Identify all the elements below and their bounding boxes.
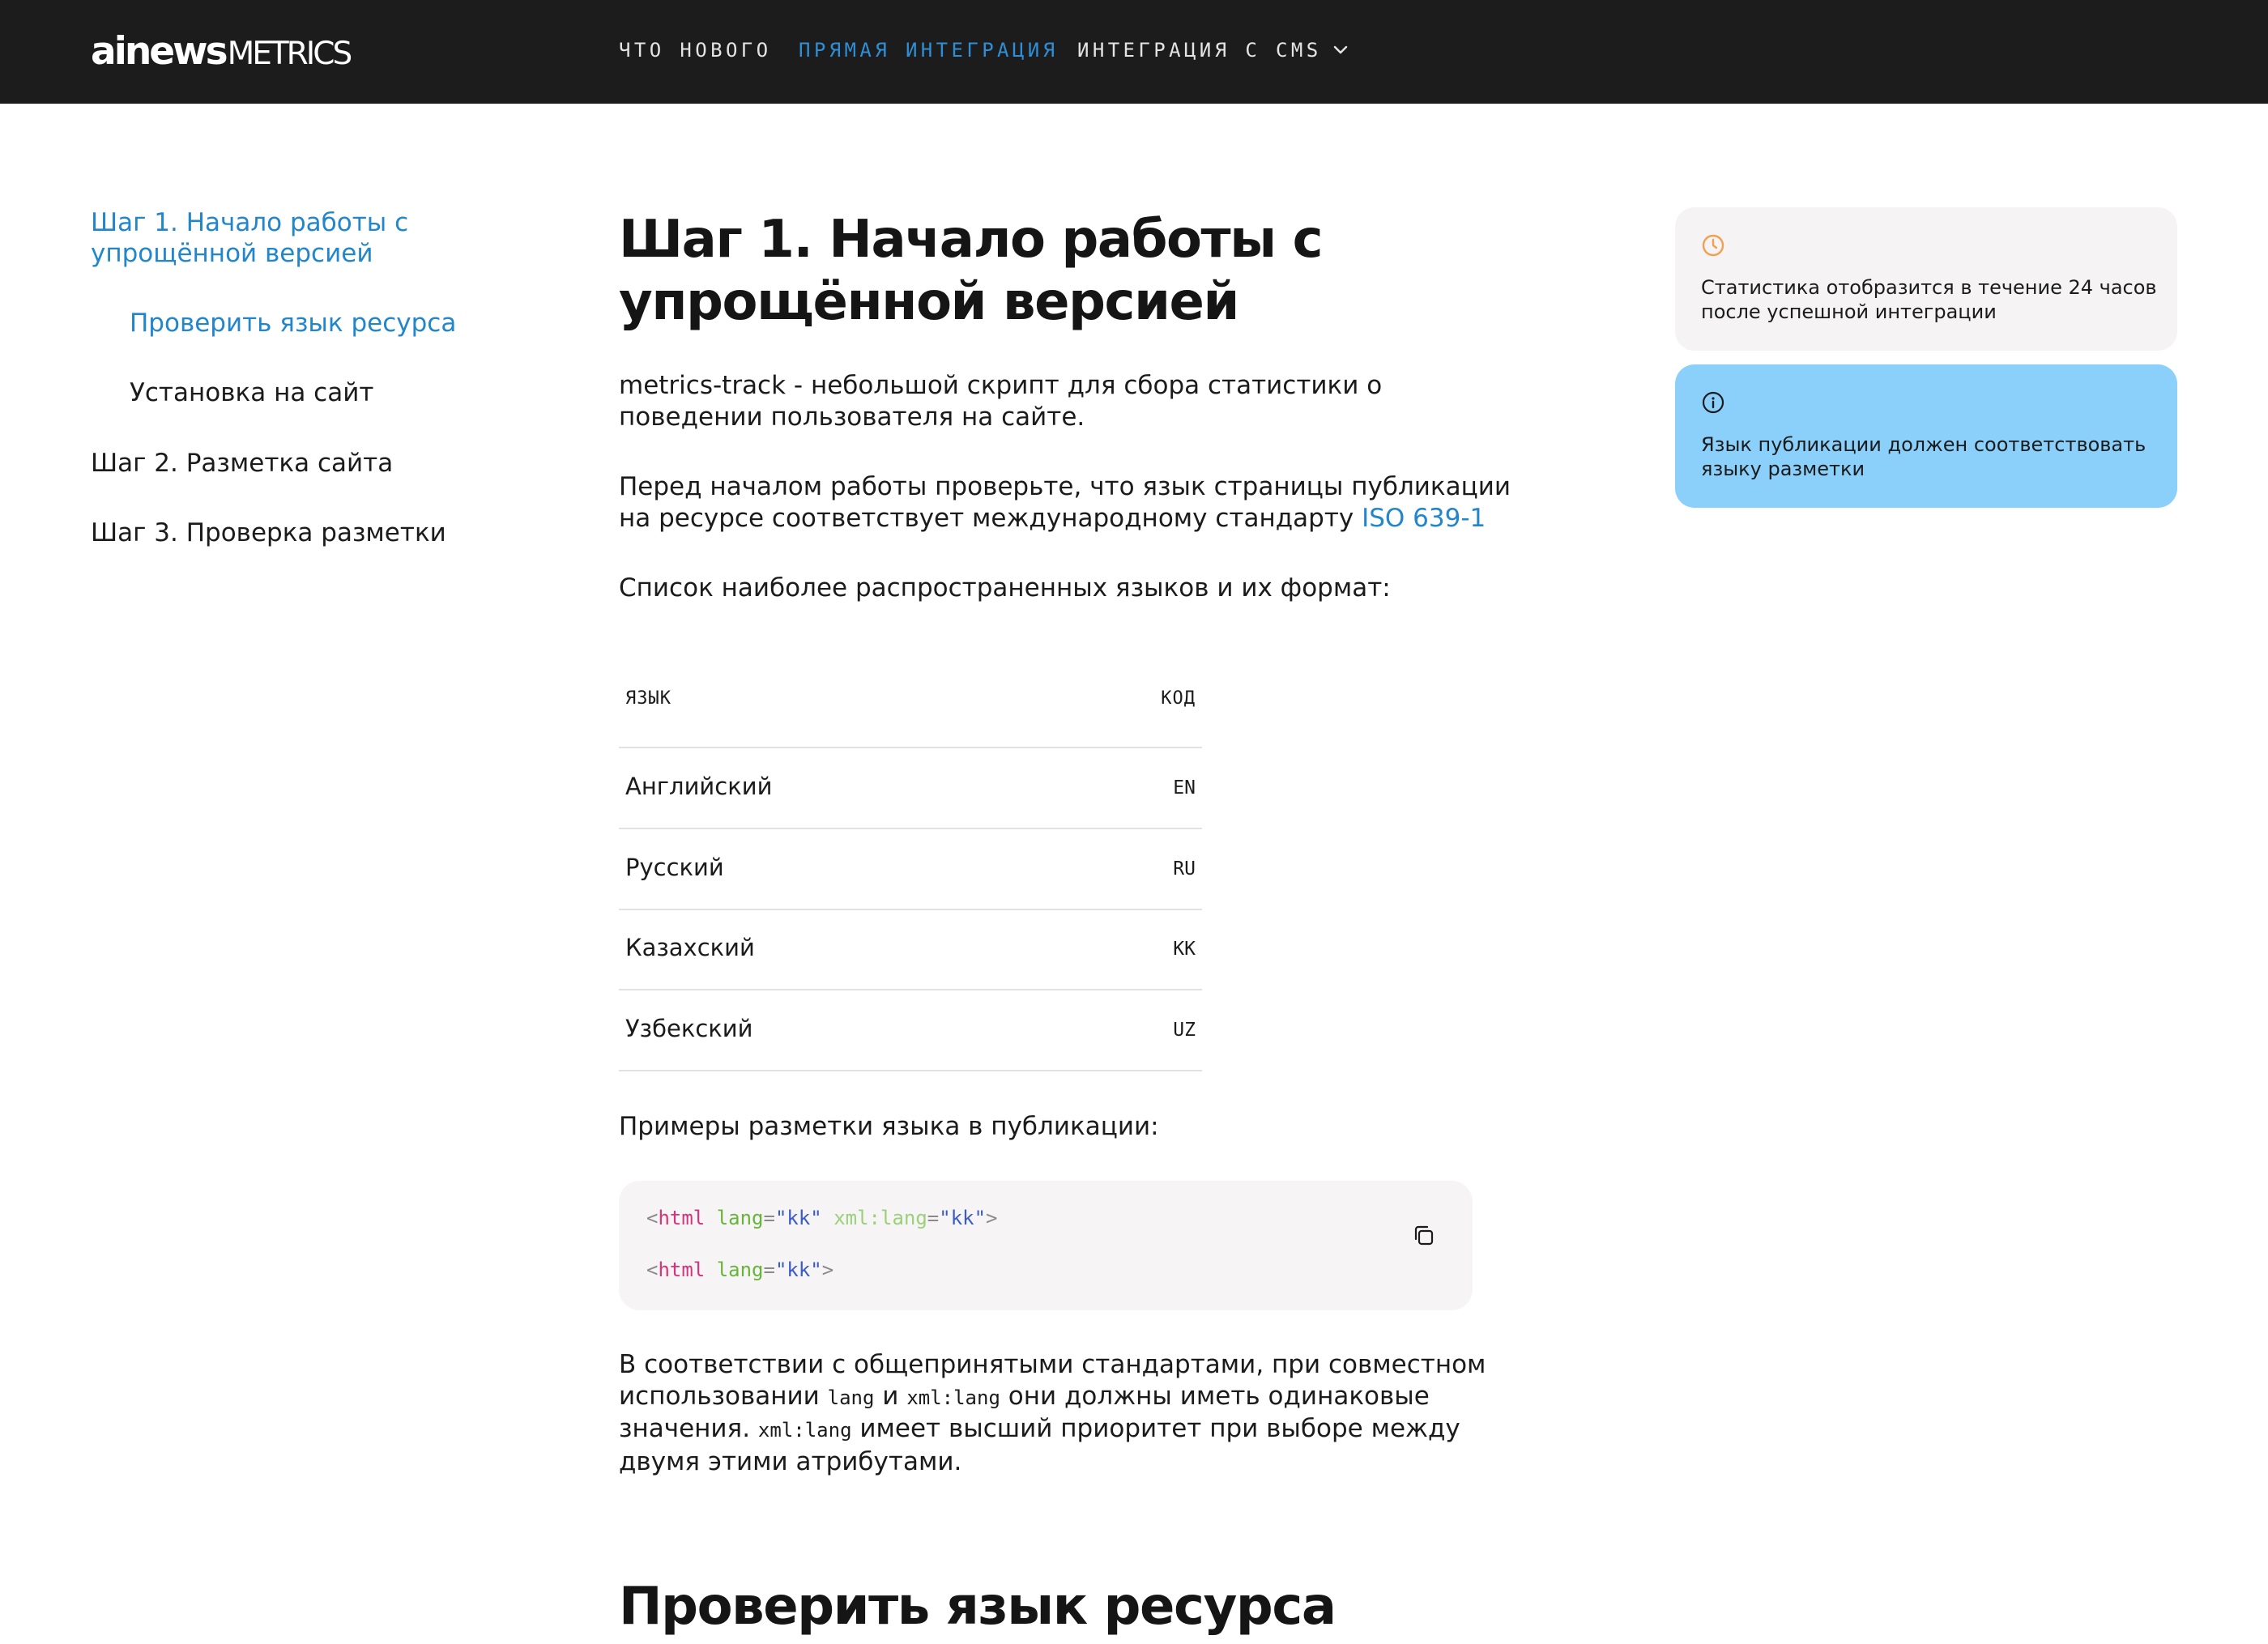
code-attr: lang [716,1207,764,1229]
intro-line2: поведении пользователя на сайте. [619,402,1085,432]
toc-item-step-3[interactable]: Шаг 3. Проверка разметки [91,517,446,548]
inline-code-xml-lang: xml:lang [757,1419,852,1442]
toc-item-install[interactable]: Установка на сайт [130,377,373,408]
check-paragraph: Перед началом работы проверьте, что язык… [619,471,1511,534]
callout-text: Статистика отобразится в течение 24 часо… [1701,276,2157,323]
section-title-check-language: Проверить язык ресурса [619,1577,1336,1637]
note-text: значения. [619,1414,758,1443]
logo-primary: ainews [91,29,228,74]
lang-attributes-note: В соответствии с общепринятыми стандарта… [619,1349,1486,1477]
language-name: Английский [625,773,773,800]
language-code: RU [1173,858,1196,879]
copy-icon[interactable] [1408,1220,1440,1252]
top-navigation-bar: ainews METRICS ЧТО НОВОГО ПРЯМАЯ ИНТЕГРА… [0,0,2268,104]
info-icon [1702,391,1724,414]
nav-item-cms-integration[interactable]: ИНТЕГРАЦИЯ С CMS [1077,39,1322,62]
language-name: Русский [625,854,724,881]
code-tag: html [658,1259,706,1281]
code-attr: xml:lang [833,1207,927,1229]
code-line-1: <html lang="kk" xml:lang="kk"> [646,1207,998,1229]
page-title-line2: упрощённой версией [619,272,1239,332]
code-punct: < [646,1259,659,1281]
language-match-callout: Язык публикации должен соответствовать я… [1675,364,2177,508]
note-text: и [874,1381,907,1411]
table-row: Русский RU [619,829,1202,910]
language-code: UZ [1173,1020,1196,1041]
stats-delay-callout: Статистика отобразится в течение 24 часо… [1675,207,2177,351]
toc-item-step-2[interactable]: Шаг 2. Разметка сайта [91,448,393,479]
language-name: Узбекский [625,1015,753,1042]
chevron-down-icon[interactable] [1329,38,1352,61]
note-line1: В соответствии с общепринятыми стандарта… [619,1350,1486,1379]
callout-text: Язык публикации должен соответствовать я… [1701,433,2146,480]
intro-paragraph: metrics-track - небольшой скрипт для сбо… [619,370,1382,432]
examples-intro: Примеры разметки языка в публикации: [619,1112,1159,1141]
toc-item-check-language[interactable]: Проверить язык ресурса [130,308,456,339]
note-text: использовании [619,1381,828,1411]
code-punct: > [986,1207,998,1229]
page-title: Шаг 1. Начало работы с упрощённой версие… [619,209,1348,334]
toc-item-step-1[interactable]: Шаг 1. Начало работы с упрощённой версие… [91,207,408,269]
logo-secondary: METRICS [227,36,353,72]
nav-item-whats-new[interactable]: ЧТО НОВОГО [619,39,772,62]
check-line1: Перед началом работы проверьте, что язык… [619,472,1511,501]
code-punct: < [646,1207,659,1229]
language-code: EN [1173,777,1196,799]
code-tag: html [658,1207,706,1229]
note-text: они должны иметь одинаковые [1000,1381,1430,1411]
table-header-row: ЯЗЫК КОД [619,648,1202,748]
table-row: Узбекский UZ [619,990,1202,1071]
check-line2-wrap: на ресурсе соответствует международному … [619,503,1511,535]
column-header-language: ЯЗЫК [625,688,671,709]
iso-639-1-link[interactable]: ISO 639-1 [1362,504,1486,533]
clock-icon [1702,234,1724,257]
note-line4: двумя этими атрибутами. [619,1446,962,1476]
code-block: <html lang="kk" xml:lang="kk"> <html lan… [619,1181,1473,1310]
code-value: "kk" [774,1207,822,1229]
code-punct: = [763,1207,775,1229]
inline-code-lang: lang [827,1386,875,1409]
brand-logo[interactable]: ainews METRICS [91,29,353,75]
note-line2: использовании lang и xml:lang они должны… [619,1381,1486,1414]
code-punct: > [821,1259,834,1281]
inline-code-xml-lang: xml:lang [906,1386,1000,1409]
toc-item-step-1-line2: упрощённой версией [91,239,373,268]
code-value: "kk" [939,1207,987,1229]
page-title-line1: Шаг 1. Начало работы с [619,210,1324,270]
check-line2: на ресурсе соответствует международному … [619,503,1362,533]
language-name: Казахский [625,934,755,961]
code-attr: lang [716,1259,764,1281]
table-row: Казахский KK [619,909,1202,990]
language-code: KK [1173,939,1196,960]
nav-item-direct-integration[interactable]: ПРЯМАЯ ИНТЕГРАЦИЯ [799,39,1058,62]
table-row: Английский EN [619,748,1202,829]
note-text: имеет высший приоритет при выборе между [851,1414,1460,1443]
intro-line1: metrics-track - небольшой скрипт для сбо… [619,371,1383,400]
toc-item-step-1-line1: Шаг 1. Начало работы с [91,208,409,237]
code-punct: = [763,1259,775,1281]
column-header-code: КОД [1161,688,1196,709]
code-punct: = [927,1207,940,1229]
code-value: "kk" [774,1259,822,1281]
code-line-2: <html lang="kk"> [646,1259,833,1281]
languages-list-intro: Список наиболее распространенных языков … [619,573,1391,603]
note-line3: значения. xml:lang имеет высший приорите… [619,1413,1486,1446]
